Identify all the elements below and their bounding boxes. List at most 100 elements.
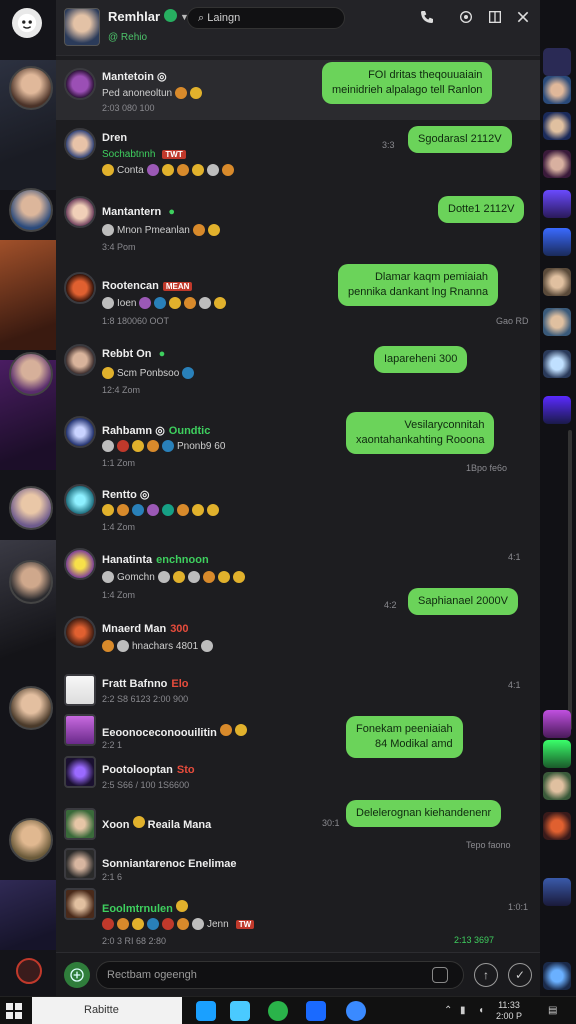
emoji-icon (187, 571, 200, 583)
emoji-icon (162, 440, 174, 452)
rail-avatar[interactable] (9, 686, 53, 730)
message-bubble[interactable]: Saphianael 2000V (408, 588, 518, 615)
rail-thumbnail[interactable] (543, 228, 571, 256)
rail-thumbnail[interactable] (543, 76, 571, 104)
chat-row[interactable]: Eeoonoceconoouilitin 2:2 1 (56, 714, 540, 754)
chat-row[interactable]: Pootolooptan Sto 2:5 S66 / 100 1S6600 (56, 756, 540, 796)
rail-thumbnail[interactable] (543, 878, 571, 906)
settings-icon[interactable] (457, 8, 475, 26)
contact-avatar[interactable] (64, 848, 96, 880)
rail-thumbnail[interactable] (543, 48, 571, 76)
rail-thumbnail[interactable] (543, 812, 571, 840)
contact-avatar[interactable] (64, 272, 96, 304)
notification-icon[interactable]: ▤ (548, 1005, 557, 1016)
message-bubble[interactable]: Dlamar kaqm pemiaiah pennika dankant lng … (338, 264, 499, 306)
app-icon[interactable] (346, 1001, 366, 1021)
message-bubble[interactable]: Delelerognan kiehandenenr (346, 800, 502, 827)
chat-row[interactable]: Sonniantarenoc Enelimae 2:1 6 (56, 848, 540, 884)
emoji-icon (202, 571, 215, 583)
message-bubble[interactable]: Iapareheni 300 (374, 346, 468, 373)
chat-row[interactable]: Mnaerd Man 300 hnachars 4801 (56, 616, 540, 664)
contact-avatar[interactable] (64, 616, 96, 648)
app-logo[interactable] (12, 8, 42, 38)
app-icon[interactable] (196, 1001, 216, 1021)
contact-avatar[interactable] (64, 808, 96, 840)
emoji-icon (219, 724, 232, 736)
rail-thumbnail[interactable] (543, 268, 571, 296)
emoji-icon (176, 164, 189, 176)
contact-avatar[interactable] (64, 196, 96, 228)
rail-avatar[interactable] (9, 560, 53, 604)
contact-avatar[interactable] (64, 548, 96, 580)
rail-thumbnail[interactable] (543, 710, 571, 738)
clock[interactable]: 11:33 2:00 P (496, 1000, 522, 1022)
rail-thumbnail[interactable] (543, 112, 571, 140)
chat-preview (102, 504, 219, 516)
rail-thumbnail[interactable] (543, 190, 571, 218)
emoji-icon (207, 224, 220, 236)
scrollbar[interactable] (568, 430, 572, 730)
app-icon[interactable] (268, 1001, 288, 1021)
rail-thumbnail[interactable] (543, 772, 571, 800)
message-time: 30:1 (322, 818, 340, 828)
record-icon[interactable] (16, 958, 42, 984)
globe-icon[interactable] (543, 962, 571, 990)
ghost-icon (17, 13, 37, 33)
message-bubble[interactable]: Fonekam peeniaiah 84 Modikal amd (346, 716, 463, 758)
search-input[interactable]: ⌕ Laingn (187, 7, 345, 29)
message-bubble[interactable]: Vesilaryconnitah xaontahankahting Rooona (346, 412, 495, 454)
app-icon[interactable] (230, 1001, 250, 1021)
contact-avatar[interactable] (64, 416, 96, 448)
contact-avatar[interactable] (64, 8, 100, 46)
right-rail (540, 0, 576, 996)
contact-avatar[interactable] (64, 674, 96, 706)
chat-row[interactable]: Rebbt On ● Scm Ponbsoo 12:4 Zom (56, 342, 540, 402)
phone-icon[interactable] (418, 8, 436, 26)
message-time: 4:1 (508, 552, 521, 562)
contact-avatar[interactable] (64, 484, 96, 516)
chat-row[interactable]: Rentto ◎ 1:4 Zom (56, 484, 540, 540)
layout-icon[interactable] (486, 8, 504, 26)
chat-row[interactable]: Fratt Bafnno Elo 2:2 S8 6123 2:00 900 (56, 672, 540, 712)
contact-avatar[interactable] (64, 714, 96, 746)
rail-thumbnail[interactable] (543, 740, 571, 768)
emoji-icon (102, 224, 114, 236)
rail-thumbnail[interactable] (543, 150, 571, 178)
rail-avatar[interactable] (9, 66, 53, 110)
contact-avatar[interactable] (64, 128, 96, 160)
rail-avatar[interactable] (9, 486, 53, 530)
message-bubble[interactable]: FOI dritas theqouuaiain meinidrieh alpala… (322, 62, 493, 104)
rail-thumbnail[interactable] (543, 308, 571, 336)
network-icon[interactable]: ▮ (460, 1005, 466, 1016)
voice-icon[interactable]: ↑ (474, 963, 498, 987)
contact-avatar[interactable] (64, 68, 96, 100)
message-bubble[interactable]: Sgodarasl 2112V (408, 126, 512, 153)
emoji-icon (117, 440, 129, 452)
volume-icon[interactable]: ◖ (478, 1005, 484, 1016)
rail-avatar[interactable] (9, 188, 53, 232)
app-icon[interactable] (306, 1001, 326, 1021)
emoji-icon (177, 918, 189, 930)
send-icon[interactable]: ✓ (508, 963, 532, 987)
emoji-icon (201, 640, 214, 652)
rail-thumbnail[interactable] (543, 396, 571, 424)
rail-thumbnail[interactable] (543, 350, 571, 378)
start-button[interactable] (6, 1003, 22, 1019)
attach-icon[interactable] (64, 962, 90, 988)
emoji-icon (172, 571, 185, 583)
sticker-icon[interactable] (432, 967, 448, 983)
contact-avatar[interactable] (64, 888, 96, 920)
rail-avatar[interactable] (9, 352, 53, 396)
rail-avatar[interactable] (9, 818, 53, 862)
emoji-icon (147, 440, 159, 452)
contact-avatar[interactable] (64, 756, 96, 788)
contact-status: @ Rehio (108, 32, 148, 43)
emoji-icon (199, 297, 212, 309)
close-icon[interactable] (514, 8, 532, 26)
contact-name[interactable]: Remhlar (108, 9, 160, 24)
message-input[interactable]: Rectbam ogeengh (96, 961, 464, 989)
taskbar-search[interactable]: Rabitte (32, 997, 182, 1024)
contact-avatar[interactable] (64, 344, 96, 376)
message-bubble[interactable]: Dotte1 2112V (438, 196, 525, 223)
chevron-up-icon[interactable]: ⌃ (444, 1005, 452, 1016)
